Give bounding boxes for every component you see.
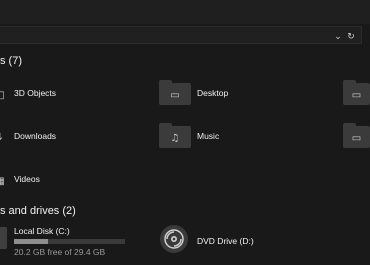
folder-label: 3D Objects (14, 88, 57, 98)
drive-label: DVD Drive (D:) (197, 236, 254, 246)
disk-usage-bar (14, 239, 125, 244)
monitor-icon: ▭ (170, 89, 180, 101)
music-note-icon: ♫ (170, 132, 180, 144)
dvd-disc-icon (160, 225, 188, 253)
folder-label: Music (197, 131, 220, 141)
title-bar (0, 0, 370, 24)
document-icon: ▭ (351, 89, 362, 101)
folder-label: Videos (14, 174, 40, 184)
picture-icon: ▭ (351, 132, 362, 144)
download-arrow-icon: ↓ (0, 128, 7, 146)
disk-usage-fill (14, 239, 49, 244)
folder-icon[interactable]: ▭ (343, 80, 370, 105)
film-icon: ▦ (0, 172, 7, 190)
address-bar[interactable]: ⌄ ↻ (0, 26, 362, 44)
folder-icon[interactable]: ▭ (343, 123, 370, 148)
folder-label: Desktop (197, 88, 229, 98)
drive-label: Local Disk (C:) (14, 226, 70, 236)
cube-icon: □ (0, 86, 7, 104)
folder-icon: ▭ (159, 80, 191, 105)
disk-free-text: 20.2 GB free of 29.4 GB (14, 247, 106, 257)
chevron-down-icon[interactable]: ⌄ (331, 29, 345, 43)
refresh-icon[interactable]: ↻ (344, 29, 358, 43)
hard-drive-icon (0, 227, 7, 249)
folder-label: Downloads (14, 131, 57, 141)
folders-section-title[interactable]: s (7) (0, 55, 22, 67)
drives-section-title[interactable]: s and drives (2) (0, 205, 76, 217)
folder-icon: ♫ (159, 123, 191, 148)
